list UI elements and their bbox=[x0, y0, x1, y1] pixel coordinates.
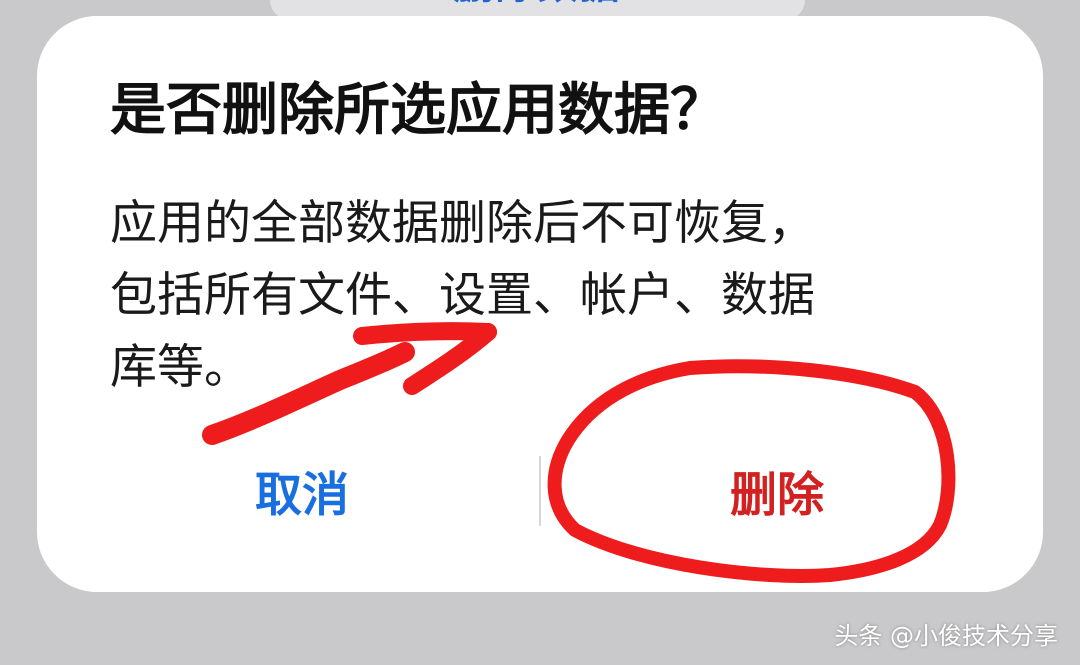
background-header-text: 删除数据 bbox=[270, 0, 805, 10]
message-line: 包括所有文件、设置、帐户、数据 bbox=[110, 268, 815, 323]
dialog-title: 是否删除所选应用数据？ bbox=[110, 78, 726, 143]
delete-data-dialog: 是否删除所选应用数据？ 应用的全部数据删除后不可恢复， 包括所有文件、设置、帐户… bbox=[37, 16, 1043, 592]
delete-button[interactable]: 删除 bbox=[567, 450, 987, 530]
screen: 删除数据 是否删除所选应用数据？ 应用的全部数据删除后不可恢复， 包括所有文件、… bbox=[0, 0, 1080, 665]
button-divider bbox=[539, 456, 541, 526]
message-line: 应用的全部数据删除后不可恢复， bbox=[110, 196, 815, 251]
message-line: 库等。 bbox=[110, 340, 251, 395]
cancel-button[interactable]: 取消 bbox=[92, 450, 512, 530]
watermark: 头条 @小俊技术分享 bbox=[834, 622, 1058, 650]
dialog-message: 应用的全部数据删除后不可恢复， 包括所有文件、设置、帐户、数据 库等。 bbox=[110, 188, 950, 404]
